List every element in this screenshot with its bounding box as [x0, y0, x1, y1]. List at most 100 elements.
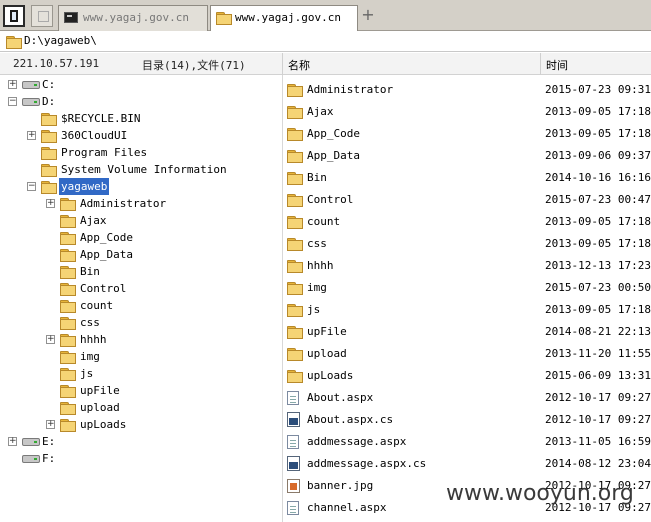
terminal-icon: [64, 12, 78, 23]
folder-icon: [41, 130, 57, 143]
file-name: About.aspx: [307, 391, 374, 404]
folder-icon: [287, 172, 303, 185]
address-bar[interactable]: D:\yagaweb\: [0, 31, 651, 52]
file-time: 2013-09-06 09:37:0: [545, 149, 651, 162]
tree-node-label: 360CloudUI: [61, 129, 128, 142]
file-name: hhhh: [307, 259, 334, 272]
file-time: 2013-09-05 17:18:5: [545, 303, 651, 316]
file-name: upFile: [307, 325, 347, 338]
tree-node-label: C:: [42, 78, 56, 91]
tree-node-label: upLoads: [80, 418, 127, 431]
file-row[interactable]: css 2013-09-05 17:18:5: [283, 233, 651, 255]
file-name: upLoads: [307, 369, 354, 382]
restore-window-icon[interactable]: [31, 5, 53, 27]
tree-node-label: img: [80, 350, 100, 363]
watermark: www.wooyun.org: [446, 481, 634, 506]
tree-node-label: count: [80, 299, 114, 312]
folder-icon: [287, 348, 303, 361]
file-row[interactable]: Bin 2014-10-16 16:16:4: [283, 167, 651, 189]
drive-icon: [22, 79, 40, 89]
file-row[interactable]: addmessage.aspx 2013-11-05 16:59:2: [283, 431, 651, 453]
folder-icon: [60, 334, 76, 347]
file-icon: [287, 391, 299, 405]
file-time: 2014-10-16 16:16:4: [545, 171, 651, 184]
folder-icon: [287, 216, 303, 229]
file-icon: [287, 435, 299, 449]
file-name: App_Data: [307, 149, 360, 162]
column-header-name[interactable]: 名称: [288, 57, 310, 73]
file-name: img: [307, 281, 327, 294]
folder-icon: [287, 370, 303, 383]
file-time: 2013-12-13 17:23:0: [545, 259, 651, 272]
expand-icon[interactable]: +: [27, 131, 36, 140]
expand-icon[interactable]: +: [46, 420, 55, 429]
file-time: 2014-08-12 23:04:0: [545, 457, 651, 470]
file-name: upload: [307, 347, 347, 360]
tree-node-label: upFile: [80, 384, 120, 397]
file-row[interactable]: About.aspx 2012-10-17 09:27:4: [283, 387, 651, 409]
file-name: css: [307, 237, 327, 250]
expand-icon[interactable]: +: [8, 437, 17, 446]
folder-icon: [60, 198, 76, 211]
file-row[interactable]: Control 2015-07-23 00:47:2: [283, 189, 651, 211]
expand-icon[interactable]: +: [8, 80, 17, 89]
file-time: 2015-07-23 09:31:4: [545, 83, 651, 96]
window-layout-icon[interactable]: [3, 5, 25, 27]
file-name: Administrator: [307, 83, 394, 96]
folder-icon: [287, 84, 303, 97]
expand-icon[interactable]: +: [46, 199, 55, 208]
file-name: App_Code: [307, 127, 360, 140]
tree-node-label: upload: [80, 401, 120, 414]
host-ip: 221.10.57.191: [13, 57, 100, 70]
file-row[interactable]: App_Data 2013-09-06 09:37:0: [283, 145, 651, 167]
folder-icon: [287, 194, 303, 207]
file-name: count: [307, 215, 341, 228]
file-row[interactable]: hhhh 2013-12-13 17:23:0: [283, 255, 651, 277]
file-row[interactable]: img 2015-07-23 00:50:1: [283, 277, 651, 299]
file-time: 2015-07-23 00:50:1: [545, 281, 651, 294]
folder-icon: [60, 419, 76, 432]
file-row[interactable]: App_Code 2013-09-05 17:18:5: [283, 123, 651, 145]
file-name: Control: [307, 193, 354, 206]
column-header-time[interactable]: 时间: [546, 57, 568, 73]
file-time: 2015-06-09 13:31:5: [545, 369, 651, 382]
expand-icon[interactable]: +: [46, 335, 55, 344]
file-row[interactable]: upLoads 2015-06-09 13:31:5: [283, 365, 651, 387]
folder-icon: [287, 150, 303, 163]
folder-icon: [60, 266, 76, 279]
file-row[interactable]: Administrator 2015-07-23 09:31:4: [283, 79, 651, 101]
file-row[interactable]: js 2013-09-05 17:18:5: [283, 299, 651, 321]
file-name: Ajax: [307, 105, 334, 118]
collapse-icon[interactable]: −: [8, 97, 17, 106]
folder-icon: [60, 300, 76, 313]
file-row[interactable]: upload 2013-11-20 11:55:2: [283, 343, 651, 365]
file-row[interactable]: upFile 2014-08-21 22:13:4: [283, 321, 651, 343]
tab-label: www.yagaj.gov.cn: [235, 11, 341, 24]
file-name: Bin: [307, 171, 327, 184]
file-name: banner.jpg: [307, 479, 374, 492]
file-time: 2013-09-05 17:18:5: [545, 237, 651, 250]
tab-file-manager[interactable]: www.yagaj.gov.cn: [210, 5, 358, 32]
file-name: About.aspx.cs: [307, 413, 394, 426]
collapse-icon[interactable]: −: [27, 182, 36, 191]
tab-terminal[interactable]: www.yagaj.gov.cn: [58, 5, 208, 31]
folder-icon: [41, 147, 57, 160]
file-name: js: [307, 303, 321, 316]
tree-node-label: D:: [42, 95, 56, 108]
tree-node-label: Program Files: [61, 146, 148, 159]
file-row[interactable]: About.aspx.cs 2012-10-17 09:27:4: [283, 409, 651, 431]
divider: [540, 53, 541, 75]
address-path[interactable]: D:\yagaweb\: [24, 34, 97, 47]
file-time: 2013-11-20 11:55:2: [545, 347, 651, 360]
tree-node-label: js: [80, 367, 94, 380]
file-row[interactable]: count 2013-09-05 17:18:5: [283, 211, 651, 233]
folder-tree: + C: − D: $RECYCLE.BIN +360CloudUI Program Fil…: [0, 75, 283, 522]
code-file-icon: [287, 412, 300, 427]
file-time: 2013-09-05 17:18:5: [545, 215, 651, 228]
new-tab-button[interactable]: +: [360, 7, 376, 23]
divider: [282, 53, 283, 75]
folder-icon: [287, 282, 303, 295]
file-time: 2012-10-17 09:27:4: [545, 391, 651, 404]
file-row[interactable]: addmessage.aspx.cs 2014-08-12 23:04:0: [283, 453, 651, 475]
file-row[interactable]: Ajax 2013-09-05 17:18:5: [283, 101, 651, 123]
